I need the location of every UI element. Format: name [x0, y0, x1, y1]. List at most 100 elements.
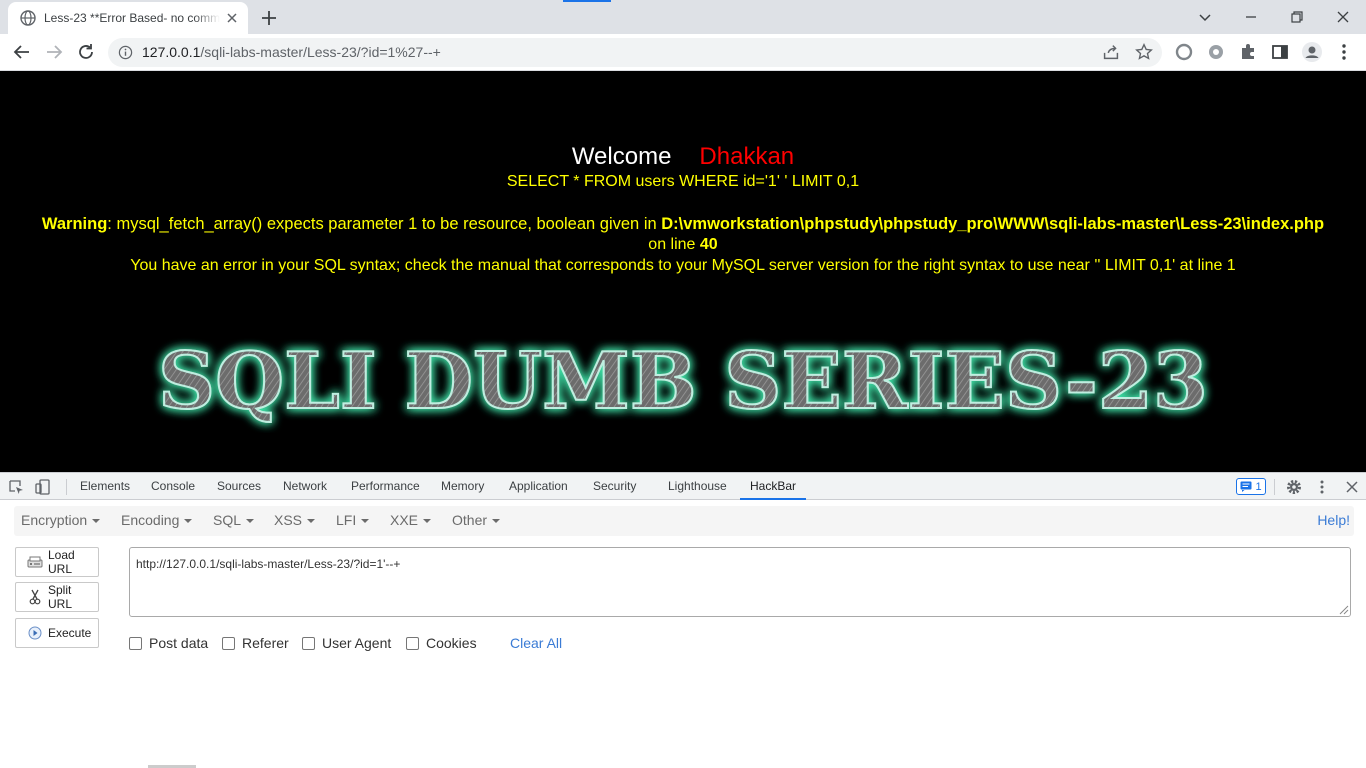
menu-xxe[interactable]: XXE [390, 512, 432, 528]
new-tab-icon[interactable] [258, 7, 280, 29]
bookmark-star-icon[interactable] [1133, 41, 1155, 63]
user-agent-checkbox[interactable]: User Agent [302, 635, 391, 651]
extensions-puzzle-icon[interactable] [1236, 40, 1260, 64]
split-url-button[interactable]: Split URL [15, 582, 99, 612]
inspect-element-icon[interactable] [7, 478, 25, 496]
welcome-name: Dhakkan [699, 143, 795, 170]
site-info-icon[interactable] [118, 45, 133, 60]
checkbox-label: Post data [149, 635, 209, 651]
tab-console[interactable]: Console [151, 473, 195, 500]
share-icon[interactable] [1100, 41, 1122, 63]
caret-down-icon [92, 519, 101, 524]
checkbox-box[interactable] [222, 636, 235, 650]
load-url-icon [27, 556, 43, 568]
clear-all-link[interactable]: Clear All [510, 635, 562, 651]
page-content: Welcome Dhakkan SELECT * FROM users WHERE… [0, 71, 1366, 472]
back-icon[interactable] [10, 40, 34, 64]
device-toolbar-icon[interactable] [34, 478, 52, 496]
menu-label: XSS [274, 512, 303, 528]
scissors-icon [29, 589, 41, 605]
menu-label: Encryption [21, 512, 88, 528]
close-tab-icon[interactable] [224, 10, 240, 26]
tab-strip: Less-23 **Error Based- no comments** [0, 0, 1366, 34]
line-number: 40 [699, 236, 718, 253]
menu-encoding[interactable]: Encoding [121, 512, 193, 528]
url-host: 127.0.0.1 [142, 44, 201, 60]
reload-icon[interactable] [74, 40, 98, 64]
issues-badge[interactable]: 1 [1236, 478, 1266, 495]
welcome-label: Welcome [571, 143, 672, 170]
tab-performance[interactable]: Performance [351, 473, 420, 500]
restore-icon[interactable] [1285, 5, 1309, 29]
tab-elements[interactable]: Elements [80, 473, 130, 500]
hackbar-menu: Encryption Encoding SQL XSS LFI XXE Othe… [14, 506, 1354, 536]
side-panel-icon[interactable] [1268, 40, 1292, 64]
caret-down-icon [361, 519, 370, 524]
help-link[interactable]: Help! [1317, 512, 1350, 528]
tab-hackbar[interactable]: HackBar [740, 473, 807, 500]
checkbox-label: Referer [242, 635, 289, 651]
series-logo: SQLI DUMB SERIES-23 [157, 335, 1209, 428]
tab-lighthouse[interactable]: Lighthouse [668, 473, 727, 500]
tab-sources[interactable]: Sources [217, 473, 261, 500]
execute-label: Execute [48, 626, 92, 640]
execute-button[interactable]: Execute [15, 618, 99, 648]
menu-label: SQL [213, 512, 242, 528]
devtools-tabbar: Elements Console Sources Network Perform… [0, 472, 1366, 500]
warning-text: : mysql_fetch_array() expects parameter … [107, 215, 662, 233]
checkbox-box[interactable] [302, 636, 315, 650]
devtools-menu-icon[interactable] [1313, 478, 1331, 496]
play-icon [28, 626, 42, 640]
tab-memory[interactable]: Memory [441, 473, 484, 500]
tab-security[interactable]: Security [593, 473, 636, 500]
profile-avatar-icon[interactable] [1300, 40, 1324, 64]
tab-divider [66, 479, 67, 495]
sql-error-message: You have an error in your SQL syntax; ch… [130, 257, 1236, 274]
split-url-label: Split URL [48, 583, 73, 611]
sql-query: SELECT * FROM users WHERE id='1' ' LIMIT… [506, 173, 860, 190]
checkbox-box[interactable] [406, 636, 419, 650]
tab-network[interactable]: Network [283, 473, 327, 500]
tab-search-chevron-icon[interactable] [1193, 5, 1217, 29]
devtools-panel: Elements Console Sources Network Perform… [0, 472, 1366, 768]
minimize-icon[interactable] [1239, 5, 1263, 29]
resize-grip-icon[interactable] [1338, 604, 1349, 615]
issues-count: 1 [1255, 480, 1262, 493]
address-bar[interactable]: 127.0.0.1/sqli-labs-master/Less-23/?id=1… [108, 38, 1162, 67]
load-url-label: Load URL [48, 548, 75, 576]
close-devtools-icon[interactable] [1343, 478, 1361, 496]
on-line-text: on line [648, 236, 700, 253]
menu-sql[interactable]: SQL [213, 512, 255, 528]
referer-checkbox[interactable]: Referer [222, 635, 289, 651]
menu-xss[interactable]: XSS [274, 512, 316, 528]
forward-icon[interactable] [42, 40, 66, 64]
globe-icon [20, 10, 36, 26]
caret-down-icon [246, 519, 255, 524]
tab-divider [1274, 479, 1275, 495]
extension-circle-icon[interactable] [1172, 40, 1196, 64]
php-warning: Warning: mysql_fetch_array() expects par… [0, 215, 1366, 234]
tab-application[interactable]: Application [509, 473, 568, 500]
close-window-icon[interactable] [1331, 5, 1355, 29]
menu-lfi[interactable]: LFI [336, 512, 370, 528]
checkbox-label: User Agent [322, 635, 392, 651]
browser-tab[interactable]: Less-23 **Error Based- no comments** [8, 2, 248, 34]
post-data-checkbox[interactable]: Post data [129, 635, 208, 651]
url-textarea[interactable] [129, 547, 1351, 617]
welcome-line: Welcome Dhakkan [0, 143, 1366, 171]
checkbox-label: Cookies [426, 635, 477, 651]
checkbox-box[interactable] [129, 636, 142, 650]
message-icon [1240, 481, 1252, 492]
caret-down-icon [184, 519, 193, 524]
menu-label: Encoding [121, 512, 180, 528]
menu-other[interactable]: Other [452, 512, 501, 528]
extension-gear-icon[interactable] [1204, 40, 1228, 64]
cookies-checkbox[interactable]: Cookies [406, 635, 477, 651]
tab-title: Less-23 **Error Based- no comments** [44, 11, 220, 25]
browser-menu-icon[interactable] [1332, 40, 1356, 64]
address-url: 127.0.0.1/sqli-labs-master/Less-23/?id=1… [142, 44, 441, 60]
menu-encryption[interactable]: Encryption [21, 512, 101, 528]
load-url-button[interactable]: Load URL [15, 547, 99, 577]
menu-label: LFI [336, 512, 357, 528]
settings-gear-icon[interactable] [1285, 478, 1303, 496]
